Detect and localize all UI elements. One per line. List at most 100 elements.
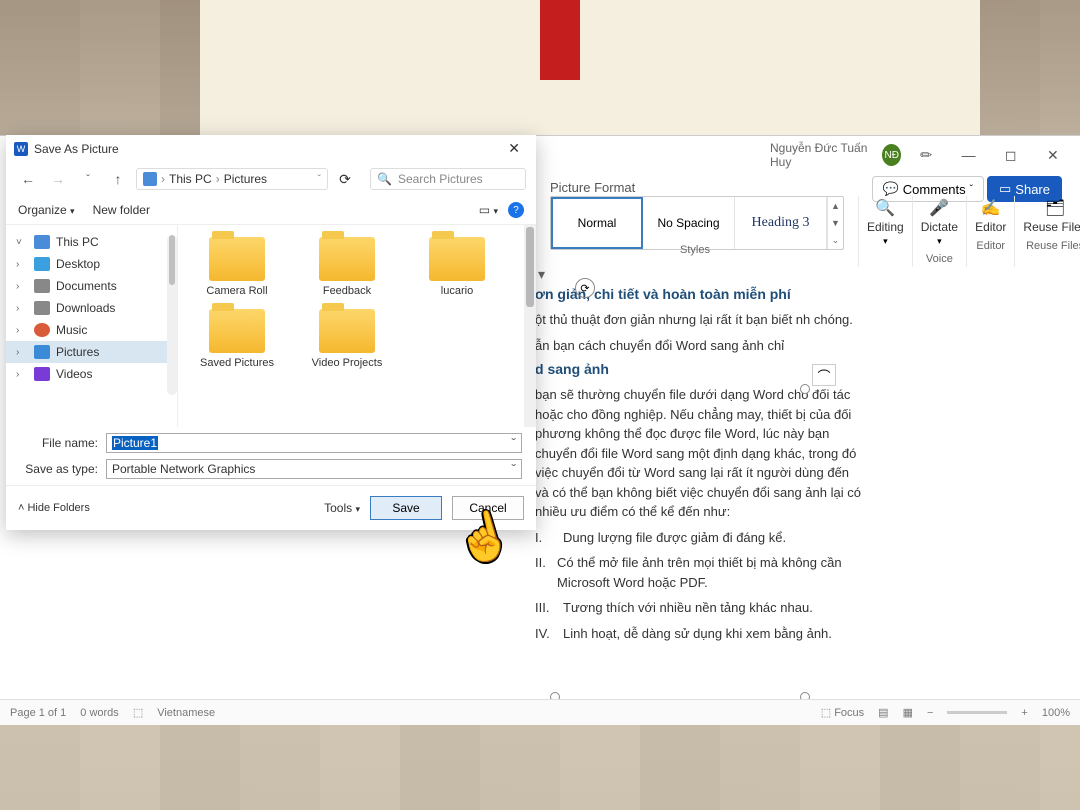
styles-group-label: Styles <box>680 244 710 256</box>
tree-scrollbar[interactable] <box>167 235 177 395</box>
pointer-cursor-overlay <box>455 510 505 570</box>
tree-pictures[interactable]: ›Pictures <box>6 341 177 363</box>
forward-button[interactable]: → <box>46 171 70 187</box>
doc-p2: ẫn bạn cách chuyển đổi Word sang ảnh chỉ <box>535 336 865 356</box>
dictate-group[interactable]: 🎤Dictate▾Voice <box>912 196 966 267</box>
styles-gallery[interactable]: Normal No Spacing Heading 3 ▲▼⌄ <box>550 196 844 250</box>
ink-icon[interactable]: ✎ <box>904 132 949 177</box>
search-icon: 🔍 <box>377 172 392 186</box>
file-list[interactable]: Camera Roll Feedback lucario Saved Pictu… <box>178 225 536 427</box>
mic-icon: 🎤 <box>929 198 949 218</box>
view-button[interactable]: ▭ ▾ <box>479 203 498 217</box>
chevron-down-icon: ˇ <box>970 184 973 195</box>
folder-item[interactable]: Camera Roll <box>182 233 292 301</box>
filename-fields: File name: Picture1 Save as type: Portab… <box>6 427 536 485</box>
page-count[interactable]: Page 1 of 1 <box>10 707 66 719</box>
dialog-toolbar: Organize ▾ New folder ▭ ▾ ? <box>6 196 536 224</box>
styles-expand[interactable]: ▲▼⌄ <box>827 197 843 249</box>
layout-options-icon[interactable]: ⌒ <box>812 364 836 386</box>
folder-item[interactable]: Video Projects <box>292 305 402 373</box>
tree-music[interactable]: ›Music <box>6 319 177 341</box>
tree-downloads[interactable]: ›Downloads <box>6 297 177 319</box>
rotate-handle[interactable]: ⟳ <box>575 278 595 298</box>
zoom-out[interactable]: − <box>927 707 933 719</box>
close-button[interactable]: ✕ <box>1036 140 1070 170</box>
folder-tree[interactable]: ˅This PC ›Desktop ›Documents ›Downloads … <box>6 225 178 427</box>
search-input[interactable]: 🔍 Search Pictures <box>370 168 526 190</box>
filename-input[interactable]: Picture1 <box>106 433 522 453</box>
list-item: I.Dung lượng file được giảm đi đáng kể. <box>535 528 865 548</box>
folder-item[interactable]: Saved Pictures <box>182 305 292 373</box>
focus-mode[interactable]: ⬚ Focus <box>821 706 864 719</box>
selection-handle[interactable] <box>800 384 810 394</box>
search-icon: 🔍 <box>875 198 895 218</box>
list-item: III.Tương thích với nhiều nền tảng khác … <box>535 598 865 618</box>
hide-folders-button[interactable]: ˄ Hide Folders <box>18 502 90 514</box>
titlebar: Nguyễn Đức Tuấn Huy NĐ ✎ — ◻ ✕ <box>770 135 1080 175</box>
ruler-dropdown[interactable]: ▾ <box>538 266 545 283</box>
crumb-pictures[interactable]: Pictures <box>224 172 267 186</box>
folder-icon <box>319 237 375 281</box>
save-button[interactable]: Save <box>370 496 442 520</box>
style-normal[interactable]: Normal <box>551 197 643 249</box>
recent-dropdown[interactable]: ˇ <box>76 174 100 185</box>
dialog-title: Save As Picture <box>34 142 119 156</box>
zoom-slider[interactable] <box>947 711 1007 714</box>
proofing-icon[interactable]: ⬚ <box>133 706 143 719</box>
tab-picture-format[interactable]: Picture Format <box>550 180 635 195</box>
comment-icon: 💬 <box>883 181 899 197</box>
zoom-in[interactable]: + <box>1021 707 1027 719</box>
share-icon: ▭ <box>999 181 1011 197</box>
filetype-label: Save as type: <box>20 462 106 476</box>
folder-icon <box>209 309 265 353</box>
refresh-button[interactable]: ⟳ <box>334 171 356 188</box>
tree-desktop[interactable]: ›Desktop <box>6 253 177 275</box>
list-item: II.Có thể mở file ảnh trên mọi thiết bị … <box>535 553 865 592</box>
files-scrollbar[interactable] <box>524 225 536 427</box>
maximize-button[interactable]: ◻ <box>994 140 1028 170</box>
doc-p3: bạn sẽ thường chuyển file dưới dạng Word… <box>535 385 865 522</box>
document-body[interactable]: ⟳ ơn giản, chi tiết và hoàn toàn miễn ph… <box>535 286 870 695</box>
files-icon: 🗂 <box>1045 198 1065 218</box>
save-as-dialog: W Save As Picture ✕ ← → ˇ ↑ › This PC › … <box>6 135 536 530</box>
editor-group[interactable]: ✍EditorEditor <box>966 196 1014 267</box>
word-count[interactable]: 0 words <box>80 707 119 719</box>
help-icon[interactable]: ? <box>508 202 524 218</box>
folder-icon <box>319 309 375 353</box>
list-item: IV.Linh hoạt, dễ dàng sử dụng khi xem bằ… <box>535 624 865 644</box>
up-button[interactable]: ↑ <box>106 171 130 187</box>
dialog-close-button[interactable]: ✕ <box>500 140 528 157</box>
filename-label: File name: <box>20 436 106 450</box>
style-heading3[interactable]: Heading 3 <box>735 197 827 249</box>
statusbar: Page 1 of 1 0 words ⬚ Vietnamese ⬚ Focus… <box>0 699 1080 725</box>
tree-this-pc[interactable]: ˅This PC <box>6 231 177 253</box>
crumb-pc[interactable]: This PC <box>169 172 212 186</box>
tools-button[interactable]: Tools ▾ <box>324 501 360 515</box>
filetype-select[interactable]: Portable Network Graphics <box>106 459 522 479</box>
doc-p1: ột thủ thuật đơn giản nhưng lại rất ít b… <box>535 310 865 330</box>
reuse-files-group[interactable]: 🗂Reuse FilesReuse Files <box>1014 196 1080 267</box>
nav-bar: ← → ˇ ↑ › This PC › Pictures ˇ ⟳ 🔍 Searc… <box>6 162 536 196</box>
bookmark-ribbon <box>540 0 580 80</box>
back-button[interactable]: ← <box>16 171 40 187</box>
folder-item[interactable]: Feedback <box>292 233 402 301</box>
view-print[interactable]: ▤ <box>878 706 888 719</box>
breadcrumb[interactable]: › This PC › Pictures ˇ <box>136 168 328 190</box>
pc-icon <box>143 172 157 186</box>
folder-icon <box>209 237 265 281</box>
tree-documents[interactable]: ›Documents <box>6 275 177 297</box>
dialog-titlebar: W Save As Picture ✕ <box>6 135 536 162</box>
organize-button[interactable]: Organize ▾ <box>18 203 75 217</box>
style-no-spacing[interactable]: No Spacing <box>643 197 735 249</box>
word-icon: W <box>14 142 28 156</box>
tree-videos[interactable]: ›Videos <box>6 363 177 385</box>
view-web[interactable]: ▦ <box>903 706 913 719</box>
minimize-button[interactable]: — <box>951 140 985 170</box>
avatar[interactable]: NĐ <box>882 144 901 166</box>
editing-group[interactable]: 🔍Editing▾ <box>858 196 912 267</box>
folder-item[interactable]: lucario <box>402 233 512 301</box>
ribbon-right-groups: 🔍Editing▾ 🎤Dictate▾Voice ✍EditorEditor 🗂… <box>858 196 1072 267</box>
language[interactable]: Vietnamese <box>157 707 215 719</box>
new-folder-button[interactable]: New folder <box>93 203 150 217</box>
zoom-level[interactable]: 100% <box>1042 707 1070 719</box>
